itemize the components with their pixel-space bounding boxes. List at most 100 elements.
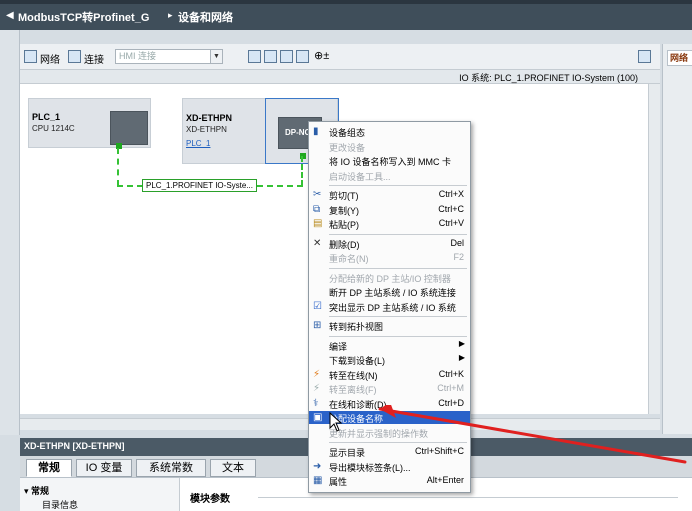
submenu-arrow-icon: ▶ xyxy=(458,338,465,348)
menu-item-label: 剪切(T) xyxy=(329,191,359,201)
context-menu-item[interactable]: 将 IO 设备名称写入到 MMC 卡 xyxy=(309,154,470,167)
device-config-icon: ▮ xyxy=(313,126,319,137)
delete-icon: ✕ xyxy=(313,237,322,249)
right-panel-tab[interactable]: 网络 xyxy=(667,50,692,66)
menu-item-label: 下载到设备(L) xyxy=(329,356,385,366)
tab-system-constants[interactable]: 系统常数 xyxy=(136,459,206,477)
context-menu-item[interactable]: ⚡ 转至在线(N) Ctrl+K xyxy=(309,368,470,381)
menu-item-shortcut: Ctrl+X xyxy=(438,189,464,199)
list-icon[interactable] xyxy=(296,50,309,63)
menu-item-shortcut: Ctrl+K xyxy=(438,368,464,379)
context-menu-item[interactable]: ☑ 突出显示 DP 主站系统 / IO 系统 xyxy=(309,300,470,313)
zoom-icon[interactable]: ⊕± xyxy=(314,49,329,62)
chevron-down-icon[interactable]: ▼ xyxy=(210,50,222,63)
menu-item-shortcut: Ctrl+C xyxy=(438,203,464,214)
menu-item-label: 粘贴(P) xyxy=(329,220,359,230)
copy-icon: ⧉ xyxy=(313,203,321,215)
menu-item-shortcut: Ctrl+M xyxy=(437,383,464,393)
menu-item-label: 转到拓扑视图 xyxy=(329,322,384,332)
breadcrumb-separator-icon: ▸ xyxy=(168,10,173,20)
layout-icon[interactable] xyxy=(280,50,293,63)
panel-toggle-icon[interactable] xyxy=(638,50,651,63)
io-system-label: IO 系统: PLC_1.PROFINET IO-System (100) xyxy=(459,73,638,83)
hmi-connection-value: HMI 连接 xyxy=(119,51,156,61)
checkbox-icon: ☑ xyxy=(313,300,322,312)
plc-name: PLC_1 xyxy=(32,112,61,122)
network-view-icon[interactable] xyxy=(24,50,37,63)
context-menu-item[interactable]: 下载到设备(L) ▶ xyxy=(309,353,470,366)
menu-separator xyxy=(329,185,467,186)
context-menu-item[interactable]: 编译 ▶ xyxy=(309,339,470,352)
section-divider xyxy=(258,497,678,498)
menu-item-label: 删除(D) xyxy=(329,239,360,250)
context-menu-item[interactable]: ▦ 属性 Alt+Enter xyxy=(309,474,470,487)
menu-item-label: 编译 xyxy=(329,341,348,352)
plc-type: CPU 1214C xyxy=(32,124,75,133)
menu-item-label: 将 IO 设备名称写入到 MMC 卡 xyxy=(329,157,451,167)
bus-drop-xd xyxy=(301,156,303,186)
menu-item-label: 启动设备工具... xyxy=(329,171,391,182)
table-icon[interactable] xyxy=(264,50,277,63)
xd-type: XD-ETHPN xyxy=(186,125,227,134)
topology-icon: ⊞ xyxy=(313,320,322,331)
breadcrumb-devices-networks[interactable]: 设备和网络 xyxy=(178,9,233,25)
menu-item-label: 重命名(N) xyxy=(329,254,369,264)
context-menu-item[interactable]: 断开 DP 主站系统 / IO 系统连接 xyxy=(309,285,470,298)
context-menu-item[interactable]: 启动设备工具... xyxy=(309,169,470,182)
menu-item-shortcut: Ctrl+V xyxy=(438,218,464,228)
menu-item-label: 更改设备 xyxy=(329,142,366,153)
top-strip xyxy=(0,0,692,4)
network-button[interactable]: 网络 xyxy=(40,51,60,66)
xd-controller-link[interactable]: PLC_1 xyxy=(186,139,210,148)
menu-separator xyxy=(329,335,467,337)
io-system-bar: IO 系统: PLC_1.PROFINET IO-System (100) xyxy=(20,70,660,84)
breadcrumb-project[interactable]: ModbusTCP转Profinet_G xyxy=(18,9,149,25)
go-online-icon: ⚡ xyxy=(313,368,321,380)
hmi-connection-select[interactable]: HMI 连接 ▼ xyxy=(115,49,223,64)
grid-icon[interactable] xyxy=(248,50,261,63)
export-icon: ➜ xyxy=(313,460,322,472)
plc-device[interactable]: PLC_1 CPU 1214C xyxy=(28,98,151,149)
menu-item-label: 断开 DP 主站系统 / IO 系统连接 xyxy=(329,288,456,298)
xd-name: XD-ETHPN xyxy=(186,113,233,123)
context-menu-item[interactable]: ✂ 剪切(T) Ctrl+X xyxy=(309,188,470,201)
context-menu-item[interactable]: ✕ 删除(D) Del xyxy=(309,237,470,250)
context-menu-item[interactable]: ⧉ 复制(Y) Ctrl+C xyxy=(309,203,470,216)
menu-item-label: 转至在线(N) xyxy=(329,370,378,381)
diagnostics-icon: ⚕ xyxy=(313,397,319,409)
canvas-vertical-scrollbar[interactable] xyxy=(648,84,660,414)
context-menu-item[interactable]: ▮ 设备组态 xyxy=(309,125,470,138)
menu-item-shortcut: F2 xyxy=(453,252,464,262)
assign-name-icon: ▣ xyxy=(313,412,323,423)
context-menu-item[interactable]: 分配给新的 DP 主站/IO 控制器 xyxy=(309,271,470,284)
connect-button[interactable]: 连接 xyxy=(84,51,104,66)
paste-icon: ▤ xyxy=(313,218,323,229)
cut-icon: ✂ xyxy=(313,189,322,200)
right-task-panel: 网络 xyxy=(662,44,692,434)
context-menu-item[interactable]: ⚡ 转至离线(F) Ctrl+M xyxy=(309,382,470,395)
context-menu-item[interactable]: 更改设备 xyxy=(309,140,470,153)
menu-separator xyxy=(329,233,467,235)
tree-catalog-info[interactable]: 目录信息 xyxy=(42,498,78,511)
go-offline-icon: ⚡ xyxy=(313,383,321,394)
module-params-title: 模块参数 xyxy=(190,494,230,505)
menu-item-label: 分配给新的 DP 主站/IO 控制器 xyxy=(329,273,451,284)
context-menu-item[interactable]: ▤ 粘贴(P) Ctrl+V xyxy=(309,217,470,230)
tab-io-tags[interactable]: IO 变量 xyxy=(76,459,132,477)
tab-general[interactable]: 常规 xyxy=(26,459,72,477)
connect-icon[interactable] xyxy=(68,50,81,63)
bus-drop-plc xyxy=(117,148,119,186)
profinet-bus-label[interactable]: PLC_1.PROFINET IO-Syste... xyxy=(142,179,257,192)
properties-title: XD-ETHPN [XD-ETHPN] xyxy=(24,441,125,451)
left-task-strip[interactable] xyxy=(0,30,20,435)
context-menu-item[interactable]: 重命名(N) F2 xyxy=(309,251,470,264)
properties-tree: ▾ 常规 目录信息 xyxy=(20,478,180,511)
tree-general[interactable]: ▾ 常规 xyxy=(24,484,49,497)
properties-icon: ▦ xyxy=(313,475,323,486)
tab-texts[interactable]: 文本 xyxy=(210,459,256,477)
context-menu-item[interactable]: ⊞ 转到拓扑视图 xyxy=(309,319,470,332)
menu-item-label: 转至离线(F) xyxy=(329,385,377,395)
menu-item-label: 复制(Y) xyxy=(329,205,359,216)
plc-module-icon xyxy=(110,111,148,145)
collapse-left-icon[interactable]: ◀ xyxy=(6,10,14,21)
